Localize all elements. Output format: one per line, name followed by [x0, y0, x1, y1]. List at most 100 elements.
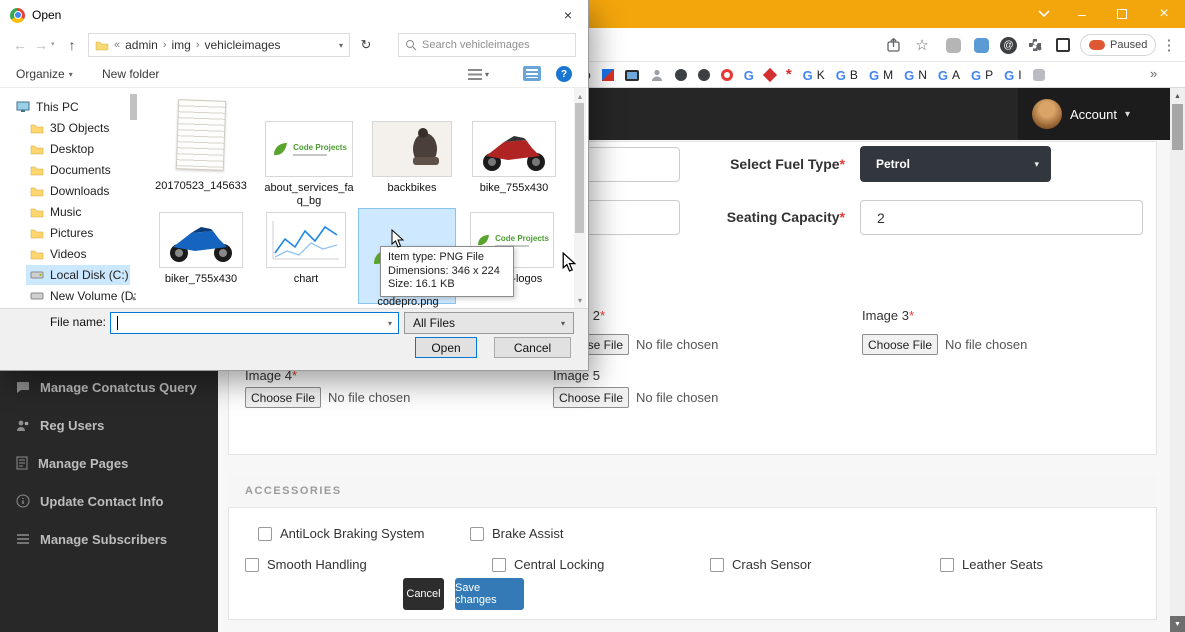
- open-button[interactable]: Open: [415, 337, 477, 358]
- checkbox-central-locking[interactable]: [492, 558, 506, 572]
- file-list-scroll-thumb[interactable]: [575, 103, 584, 233]
- file-list-scroll-down[interactable]: ▾: [574, 294, 586, 306]
- sidebar-item-manage-contactus-query[interactable]: Manage Conatctus Query: [0, 368, 218, 406]
- window-close-button[interactable]: ×: [1144, 3, 1184, 25]
- chevron-down-icon[interactable]: ▾: [339, 41, 343, 50]
- sidebar-scrollbar-thumb[interactable]: [130, 94, 137, 120]
- bookmarks-overflow-button[interactable]: »: [1150, 66, 1157, 81]
- account-dropdown[interactable]: Account ▾: [1018, 88, 1170, 140]
- dialog-sidebar-desktop[interactable]: Desktop: [30, 139, 94, 159]
- window-minimize-button[interactable]: –: [1064, 3, 1100, 25]
- bookmark-diamond-icon[interactable]: [763, 68, 777, 82]
- sidebar-item-manage-subscribers[interactable]: Manage Subscribers: [0, 520, 218, 558]
- file-item-backbikes[interactable]: backbikes: [362, 95, 462, 195]
- file-type-select[interactable]: All Files ▾: [404, 312, 574, 334]
- bookmark-monitor-icon[interactable]: [625, 70, 639, 81]
- bookmark-asterisk-icon[interactable]: *: [786, 70, 792, 80]
- dialog-sidebar-pictures[interactable]: Pictures: [30, 223, 93, 243]
- views-button[interactable]: ▾: [468, 60, 489, 88]
- bookmark-gray-icon[interactable]: [1033, 69, 1045, 81]
- bookmark-globe-icon[interactable]: [698, 69, 710, 81]
- save-changes-button[interactable]: Save changes: [455, 578, 524, 610]
- page-scrollbar[interactable]: [1170, 88, 1185, 632]
- dialog-sidebar-documents[interactable]: Documents: [30, 160, 111, 180]
- preview-pane-button[interactable]: [523, 66, 541, 81]
- file-thumbnail: [266, 212, 346, 268]
- nav-back-button[interactable]: ←: [10, 35, 30, 55]
- search-input[interactable]: [422, 39, 552, 51]
- extension-icon[interactable]: [946, 38, 961, 53]
- dialog-sidebar-downloads[interactable]: Downloads: [30, 181, 109, 201]
- bookmark-item[interactable]: GN: [904, 68, 927, 83]
- extension-frame-icon[interactable]: [1056, 38, 1070, 52]
- address-breadcrumb[interactable]: « admin › img › vehicleimages ▾: [88, 33, 350, 57]
- dialog-sidebar-local-disk-c[interactable]: Local Disk (C:): [26, 265, 130, 285]
- file-list-scroll-up[interactable]: ▴: [574, 90, 586, 102]
- extension-paused-badge[interactable]: Paused: [1080, 34, 1156, 56]
- checkbox-crash-sensor[interactable]: [710, 558, 724, 572]
- file-item-about-services[interactable]: Code Projects about_services_faq_bg: [256, 95, 362, 208]
- file-item-20170523[interactable]: 20170523_145633: [148, 95, 254, 193]
- bookmark-globe-icon[interactable]: [675, 69, 687, 81]
- file-item-bike[interactable]: bike_755x430: [462, 95, 566, 195]
- sidebar-item-reg-users[interactable]: Reg Users: [0, 406, 218, 444]
- fuel-type-select[interactable]: Petrol ▾: [860, 146, 1051, 182]
- scrollbar-up-button[interactable]: ▲: [1170, 88, 1185, 104]
- dialog-sidebar-music[interactable]: Music: [30, 202, 81, 222]
- breadcrumb-img[interactable]: img: [171, 38, 190, 52]
- image4-choose-file-button[interactable]: Choose File: [245, 387, 321, 408]
- bookmark-item[interactable]: GB: [836, 68, 858, 83]
- nav-forward-button[interactable]: →: [32, 35, 50, 55]
- checkbox-smooth-handling[interactable]: [245, 558, 259, 572]
- dialog-search[interactable]: [398, 33, 576, 57]
- window-chevron-button[interactable]: [1028, 3, 1060, 25]
- bookmark-item[interactable]: GK: [803, 68, 825, 83]
- breadcrumb-vehicleimages[interactable]: vehicleimages: [205, 38, 281, 52]
- file-name-input[interactable]: ▾: [110, 312, 399, 334]
- bookmark-item[interactable]: GA: [938, 68, 960, 83]
- organize-button[interactable]: Organize ▾: [16, 60, 73, 88]
- dialog-sidebar-videos[interactable]: Videos: [30, 244, 86, 264]
- dialog-close-button[interactable]: ×: [548, 0, 588, 30]
- scrollbar-down-button[interactable]: ▼: [1170, 616, 1185, 632]
- file-item-biker[interactable]: biker_755x430: [148, 210, 254, 286]
- bookmark-item[interactable]: GP: [971, 68, 993, 83]
- mouse-cursor: [562, 252, 576, 272]
- bookmark-item[interactable]: GI: [1004, 68, 1021, 83]
- scrollbar-thumb[interactable]: [1172, 104, 1183, 150]
- checkbox-antilock-braking[interactable]: [258, 527, 272, 541]
- bookmark-red-ring-icon[interactable]: [721, 69, 733, 81]
- extensions-puzzle-button[interactable]: [1026, 36, 1044, 54]
- bookmark-person-icon[interactable]: [650, 68, 664, 82]
- sidebar-item-update-contact-info[interactable]: Update Contact Info: [0, 482, 218, 520]
- nav-history-dropdown[interactable]: ▾: [51, 40, 55, 48]
- browser-menu-button[interactable]: ⋮: [1160, 34, 1178, 56]
- image3-choose-file-button[interactable]: Choose File: [862, 334, 938, 355]
- extension-at-icon[interactable]: @: [1000, 37, 1017, 54]
- bookmark-flag-icon[interactable]: [602, 69, 614, 81]
- nav-up-button[interactable]: ↑: [62, 35, 82, 55]
- bookmark-item[interactable]: GM: [869, 68, 893, 83]
- dialog-cancel-button[interactable]: Cancel: [494, 337, 571, 358]
- dialog-sidebar-3d-objects[interactable]: 3D Objects: [30, 118, 109, 138]
- refresh-button[interactable]: ↻: [356, 35, 376, 55]
- bookmark-google-icon[interactable]: G: [744, 68, 754, 83]
- checkbox-brake-assist[interactable]: [470, 527, 484, 541]
- sidebar-scrollbar-down-button[interactable]: ▾: [128, 292, 139, 304]
- breadcrumb-admin[interactable]: admin: [125, 38, 158, 52]
- window-maximize-button[interactable]: [1104, 3, 1140, 25]
- cancel-button[interactable]: Cancel: [403, 578, 444, 610]
- checkbox-leather-seats[interactable]: [940, 558, 954, 572]
- file-item-chart[interactable]: chart: [256, 210, 356, 286]
- share-button[interactable]: [884, 36, 902, 54]
- dialog-sidebar-new-volume-d[interactable]: New Volume (D:: [30, 286, 137, 306]
- extension-icon[interactable]: [974, 38, 989, 53]
- seating-capacity-input[interactable]: 2: [860, 200, 1143, 235]
- maximize-icon: [1117, 9, 1127, 19]
- new-folder-button[interactable]: New folder: [102, 60, 159, 88]
- dialog-sidebar-this-pc[interactable]: This PC: [16, 97, 79, 117]
- help-button[interactable]: ?: [556, 66, 572, 82]
- image5-choose-file-button[interactable]: Choose File: [553, 387, 629, 408]
- bookmark-star-button[interactable]: ☆: [912, 34, 932, 56]
- sidebar-item-manage-pages[interactable]: Manage Pages: [0, 444, 218, 482]
